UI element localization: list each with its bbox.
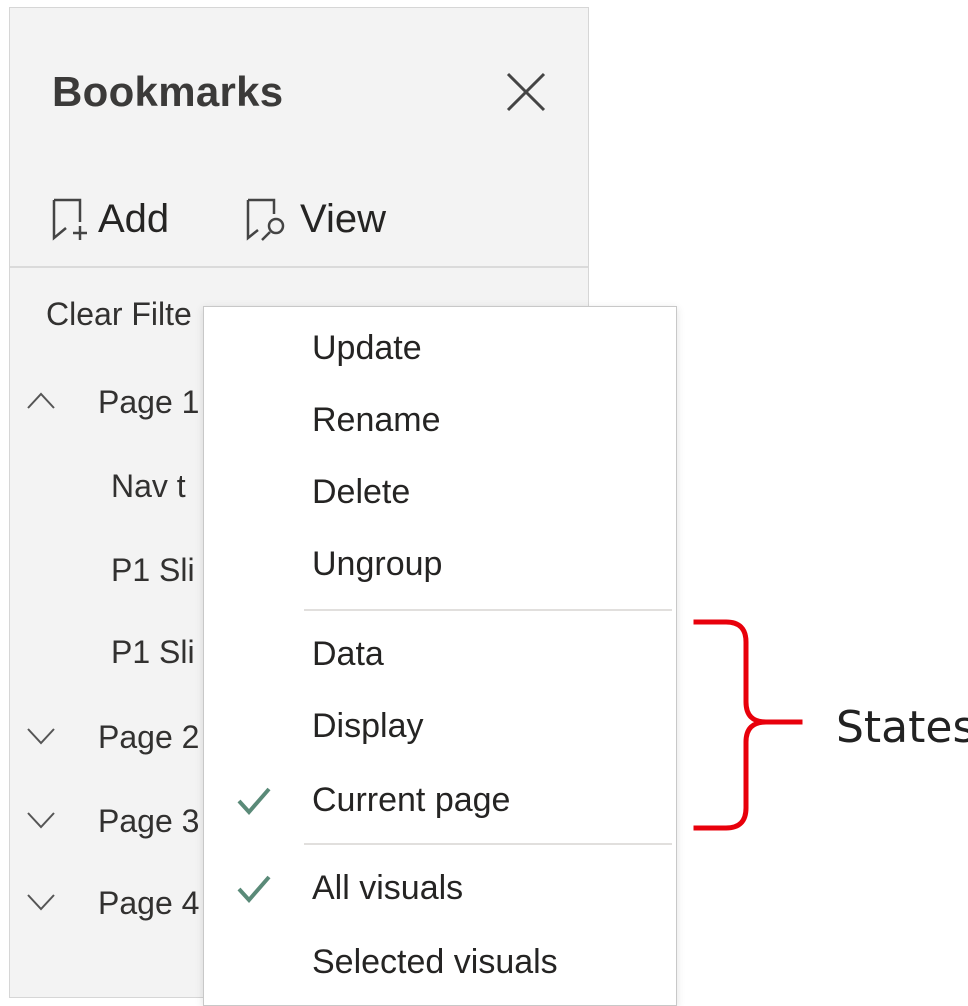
view-button[interactable]: View bbox=[244, 196, 386, 242]
menu-item-label: Data bbox=[312, 635, 384, 673]
menu-item-label: Display bbox=[312, 707, 424, 745]
view-label: View bbox=[300, 196, 386, 241]
bookmark-view-icon bbox=[246, 198, 285, 241]
menu-item-label: Update bbox=[312, 329, 422, 367]
menu-item-delete[interactable]: Delete bbox=[204, 459, 676, 523]
close-icon bbox=[506, 72, 546, 112]
menu-item-current-page[interactable]: Current page bbox=[204, 767, 676, 831]
menu-item-ungroup[interactable]: Ungroup bbox=[204, 531, 676, 595]
menu-item-label: Delete bbox=[312, 473, 411, 511]
menu-item-display[interactable]: Display bbox=[204, 693, 676, 757]
menu-item-label: All visuals bbox=[312, 869, 464, 907]
menu-item-all-visuals[interactable]: All visuals bbox=[204, 855, 676, 919]
menu-item-label: Ungroup bbox=[312, 545, 443, 583]
chevron-up-icon bbox=[27, 392, 55, 409]
menu-item-selected-visuals[interactable]: Selected visuals bbox=[204, 929, 676, 993]
add-bookmark-button[interactable]: Add bbox=[50, 196, 169, 242]
group-label: Page 4 bbox=[98, 885, 200, 921]
checkmark-icon bbox=[237, 787, 271, 816]
bookmark-item[interactable]: P1 Sli bbox=[111, 634, 195, 671]
group-label: Page 2 bbox=[98, 719, 200, 755]
states-annotation-label: States bbox=[836, 702, 968, 753]
bookmark-group-page3[interactable]: Page 3 bbox=[10, 797, 210, 847]
close-button[interactable] bbox=[504, 70, 548, 114]
states-brace bbox=[693, 619, 803, 831]
menu-item-label: Rename bbox=[312, 401, 441, 439]
bookmark-item[interactable]: Clear Filte bbox=[46, 296, 192, 333]
pane-divider bbox=[10, 266, 588, 268]
bookmark-add-icon bbox=[52, 198, 87, 241]
chevron-down-icon bbox=[27, 812, 55, 829]
bookmark-item[interactable]: P1 Sli bbox=[111, 552, 195, 589]
add-label: Add bbox=[98, 196, 170, 241]
bookmark-item[interactable]: Nav t bbox=[111, 468, 186, 505]
bookmark-group-page1[interactable]: Page 1 bbox=[10, 380, 210, 430]
menu-separator bbox=[304, 843, 672, 845]
bookmark-group-page4[interactable]: Page 4 bbox=[10, 879, 210, 929]
menu-item-label: Current page bbox=[312, 781, 511, 819]
chevron-down-icon bbox=[27, 894, 55, 911]
bookmark-context-menu: Update Rename Delete Ungroup Data Displa… bbox=[203, 306, 677, 1006]
menu-separator bbox=[304, 609, 672, 611]
menu-item-rename[interactable]: Rename bbox=[204, 387, 676, 451]
bookmark-group-page2[interactable]: Page 2 bbox=[10, 713, 210, 763]
pane-title: Bookmarks bbox=[52, 68, 284, 115]
checkmark-icon bbox=[237, 875, 271, 904]
group-label: Page 3 bbox=[98, 803, 200, 839]
group-label: Page 1 bbox=[98, 384, 200, 420]
menu-item-label: Selected visuals bbox=[312, 943, 558, 981]
menu-item-data[interactable]: Data bbox=[204, 621, 676, 685]
chevron-down-icon bbox=[27, 728, 55, 745]
menu-item-update[interactable]: Update bbox=[204, 315, 676, 379]
